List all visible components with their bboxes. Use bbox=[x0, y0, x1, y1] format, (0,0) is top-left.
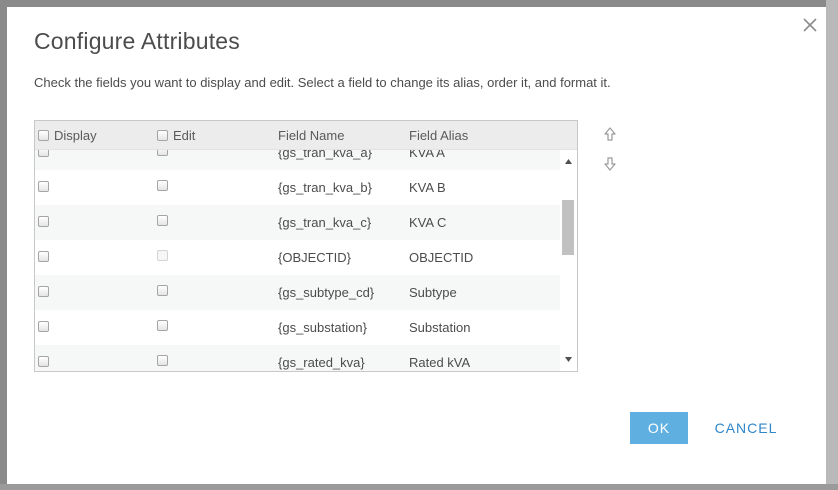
field-name: {gs_tran_kva_b} bbox=[278, 180, 372, 195]
edit-checkbox[interactable] bbox=[157, 355, 168, 366]
display-checkbox[interactable] bbox=[38, 286, 49, 297]
display-checkbox[interactable] bbox=[38, 251, 49, 262]
scroll-down-button[interactable] bbox=[560, 353, 577, 367]
edit-checkbox[interactable] bbox=[157, 215, 168, 226]
display-checkbox[interactable] bbox=[38, 356, 49, 367]
table-row[interactable]: {OBJECTID} OBJECTID bbox=[35, 240, 560, 275]
configure-attributes-dialog: Configure Attributes Check the fields yo… bbox=[7, 7, 826, 484]
field-alias: Substation bbox=[409, 320, 471, 335]
edit-checkbox[interactable] bbox=[157, 285, 168, 296]
dialog-instructions: Check the fields you want to display and… bbox=[34, 75, 611, 90]
arrow-down-icon bbox=[604, 157, 616, 171]
close-button[interactable] bbox=[800, 15, 820, 35]
background-app-strip bbox=[826, 0, 838, 490]
fields-table: Display Edit Field Name Field Alias {gs_… bbox=[34, 120, 578, 372]
dialog-title: Configure Attributes bbox=[34, 28, 241, 54]
header-field-name: Field Name bbox=[278, 128, 345, 143]
table-row[interactable]: {gs_tran_kva_b} KVA B bbox=[35, 170, 560, 205]
edit-checkbox[interactable] bbox=[157, 320, 168, 331]
field-name: {gs_tran_kva_c} bbox=[278, 215, 372, 230]
field-alias: KVA A bbox=[409, 150, 445, 160]
table-row[interactable]: {gs_rated_kva} Rated kVA bbox=[35, 345, 560, 371]
field-name: {gs_substation} bbox=[278, 320, 367, 335]
background-app-bottom bbox=[0, 484, 838, 490]
edit-checkbox-disabled bbox=[157, 250, 168, 261]
cancel-button[interactable]: CANCEL bbox=[706, 412, 786, 444]
display-checkbox[interactable] bbox=[38, 181, 49, 192]
field-alias: Subtype bbox=[409, 285, 457, 300]
field-name: {gs_rated_kva} bbox=[278, 355, 365, 370]
move-down-button[interactable] bbox=[603, 156, 617, 172]
triangle-down-icon bbox=[565, 357, 572, 362]
table-rows: {gs_tran_kva_a} KVA A {gs_tran_kva_b} KV… bbox=[35, 150, 560, 371]
header-display: Display bbox=[38, 128, 97, 143]
field-alias: KVA C bbox=[409, 215, 447, 230]
edit-checkbox[interactable] bbox=[157, 180, 168, 191]
header-field-alias: Field Alias bbox=[409, 128, 469, 143]
triangle-up-icon bbox=[565, 159, 572, 164]
close-icon bbox=[803, 18, 817, 32]
edit-checkbox[interactable] bbox=[157, 150, 168, 156]
display-checkbox[interactable] bbox=[38, 321, 49, 332]
field-name: {gs_tran_kva_a} bbox=[278, 150, 372, 160]
display-all-checkbox[interactable] bbox=[38, 130, 49, 141]
scroll-up-button[interactable] bbox=[560, 154, 577, 168]
table-body[interactable]: {gs_tran_kva_a} KVA A {gs_tran_kva_b} KV… bbox=[35, 150, 560, 371]
table-row[interactable]: {gs_subtype_cd} Subtype bbox=[35, 275, 560, 310]
header-display-label: Display bbox=[54, 128, 97, 143]
table-row[interactable]: {gs_tran_kva_a} KVA A bbox=[35, 150, 560, 170]
field-name: {OBJECTID} bbox=[278, 250, 351, 265]
field-alias: Rated kVA bbox=[409, 355, 471, 370]
arrow-up-icon bbox=[604, 127, 616, 141]
header-edit-label: Edit bbox=[173, 128, 196, 143]
table-scrollbar[interactable] bbox=[560, 150, 577, 371]
field-alias: OBJECTID bbox=[409, 250, 474, 265]
move-up-button[interactable] bbox=[603, 126, 617, 142]
edit-all-checkbox[interactable] bbox=[157, 130, 168, 141]
display-checkbox[interactable] bbox=[38, 150, 49, 157]
field-alias: KVA B bbox=[409, 180, 446, 195]
display-checkbox[interactable] bbox=[38, 216, 49, 227]
ok-button[interactable]: OK bbox=[630, 412, 688, 444]
field-name: {gs_subtype_cd} bbox=[278, 285, 375, 300]
header-edit: Edit bbox=[157, 128, 195, 143]
table-header: Display Edit Field Name Field Alias bbox=[35, 121, 577, 150]
table-row[interactable]: {gs_tran_kva_c} KVA C bbox=[35, 205, 560, 240]
scrollbar-thumb[interactable] bbox=[562, 200, 574, 255]
table-row[interactable]: {gs_substation} Substation bbox=[35, 310, 560, 345]
